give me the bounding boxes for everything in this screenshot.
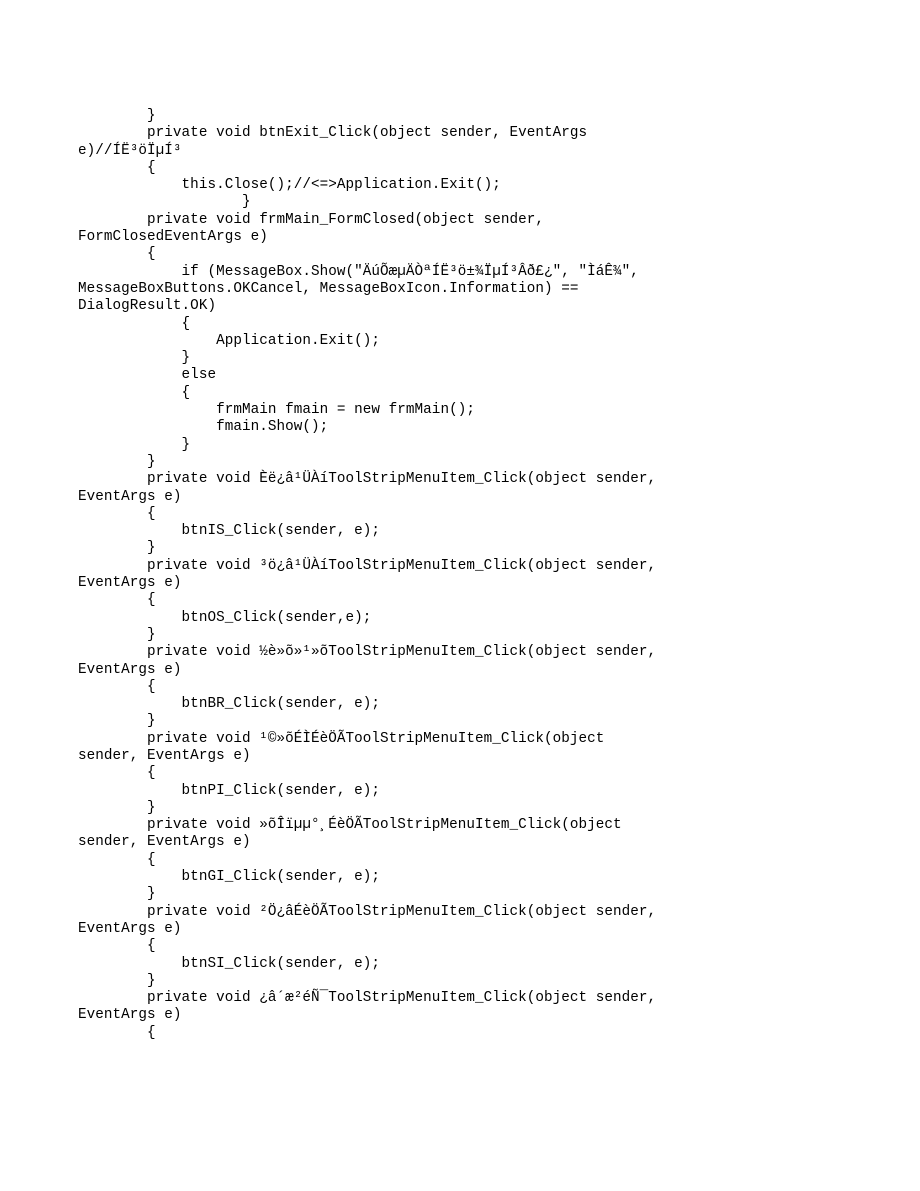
document-page: } private void btnExit_Click(object send…: [0, 0, 920, 1191]
code-block: } private void btnExit_Click(object send…: [78, 108, 842, 1042]
